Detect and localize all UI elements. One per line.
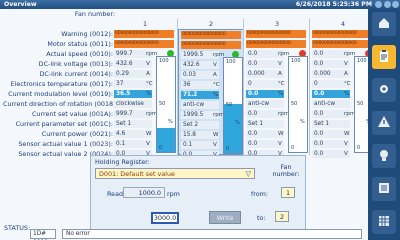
fan-number-header: 2 xyxy=(208,20,214,28)
sidebar-button[interactable] xyxy=(372,210,396,234)
status-label: STATUS: xyxy=(4,224,31,232)
help-icon[interactable] xyxy=(384,1,391,8)
fan-value-direction: clockwise xyxy=(114,100,152,108)
bar-tick-label: 100 xyxy=(226,59,236,65)
status-bar: STATUS: 1D# 0000 No error xyxy=(0,224,368,240)
bar-tick-label: 0 xyxy=(226,146,230,152)
holding-register-panel: Holding Register: D001: Default set valu… xyxy=(90,155,306,233)
sidebar-button[interactable] xyxy=(372,45,396,69)
fan-value-motor-status: 0000000000000000 xyxy=(312,40,372,48)
fan-value-warning: 0000000000000000 xyxy=(181,31,241,39)
parameter-label: Motor status (0011): xyxy=(47,40,113,48)
modulation-bar: 100 50 0% xyxy=(288,56,308,153)
fan-value-direction: anti-cw xyxy=(246,100,284,108)
to-fan-input[interactable]: 2 xyxy=(275,211,289,222)
datetime-label: 6/26/2018 5:25:36 PM xyxy=(295,1,372,8)
sidebar-button[interactable] xyxy=(372,111,396,135)
parameter-label: Current set value (001A): xyxy=(31,110,113,118)
parameter-label: DC-link voltage (0013): xyxy=(38,60,113,68)
bar-tick-label: 0 xyxy=(291,145,295,151)
window-title: Overview xyxy=(4,1,37,8)
sidebar-button[interactable] xyxy=(372,177,396,201)
bar-tick-label: 100 xyxy=(291,58,301,64)
parameter-label: Warning (0012): xyxy=(61,30,113,38)
fan-number-header: 3 xyxy=(274,20,280,28)
fan-value-warning: 0000000000000000 xyxy=(312,30,372,38)
fan-value-motor-status: 0000000000000000 xyxy=(114,40,174,48)
sidebar-button[interactable] xyxy=(372,12,396,36)
bar-tick-label: 50 xyxy=(291,101,298,107)
fan-value-warning: 0000000000000000 xyxy=(246,30,306,38)
fan-value-param-set: Set 1 xyxy=(246,120,284,128)
from-fan-input[interactable]: 1 xyxy=(281,187,295,198)
warning-icon xyxy=(377,115,391,131)
fan-column[interactable]: 0000000000000000 0000000000000000 0.0 rpm 0.… xyxy=(244,29,310,158)
status-message: No error xyxy=(62,229,362,239)
holding-register-selected: D001: Default set value xyxy=(99,170,175,178)
info-icon[interactable] xyxy=(375,1,382,8)
parameter-label: Current modulation level (0019): xyxy=(8,90,113,98)
sidebar-button[interactable] xyxy=(372,78,396,102)
fan-value-direction: anti-cw xyxy=(181,101,219,109)
bar-tick-label: 50 xyxy=(357,101,364,107)
bar-unit-label: % xyxy=(235,120,240,126)
to-label: to: xyxy=(257,214,266,222)
parameter-label: Electronics temperature (0017): xyxy=(10,80,113,88)
status-code: 1D# 0000 xyxy=(30,229,56,239)
fan-number-header: 1 xyxy=(142,20,148,28)
fan-column[interactable]: 0000000000000000 0000000000000000 1999.5 rp… xyxy=(178,29,244,159)
read-unit: rpm xyxy=(167,190,180,198)
fan-value-direction: anti-cw xyxy=(312,100,350,108)
from-label: from: xyxy=(251,190,269,198)
clipboard-icon xyxy=(377,49,391,65)
fan-value-motor-status: 0000000000000000 xyxy=(246,40,306,48)
read-value-field: 1000.0 xyxy=(123,187,165,198)
grid-icon xyxy=(377,214,391,230)
parameter-label: DC-link current (0014): xyxy=(39,70,113,78)
parameter-label: Current parameter set (001C): xyxy=(15,120,113,128)
window-titlebar: Overview 6/26/2018 5:25:36 PM xyxy=(0,0,400,9)
list-icon xyxy=(377,181,391,197)
holding-register-title: Holding Register: xyxy=(95,158,150,166)
close-icon[interactable] xyxy=(392,1,399,8)
modulation-bar: 100 50 0% xyxy=(156,56,176,153)
bar-tick-label: 50 xyxy=(226,102,233,108)
fan-number-label: Fan number: xyxy=(74,10,115,18)
parameter-label: Current direction of rotation (0018): xyxy=(3,100,118,108)
fan-value-param-set: Set 1 xyxy=(114,120,152,128)
lightbulb-icon xyxy=(377,148,391,164)
parameter-label: Current power (0021): xyxy=(41,130,113,138)
bar-tick-label: 0 xyxy=(357,145,361,151)
fan-number-header: 4 xyxy=(340,20,346,28)
fan-column[interactable]: 0000000000000000 0000000000000000 0.0 rpm 0.… xyxy=(310,29,376,158)
sidebar-button[interactable] xyxy=(372,144,396,168)
bar-unit-label: % xyxy=(168,119,173,125)
modulation-bar: 100 50 0% xyxy=(223,57,243,154)
bar-tick-label: 100 xyxy=(357,58,367,64)
parameter-label: Sensor actual value 1 (0023): xyxy=(18,140,113,148)
fan-value-warning: 0000000000000000 xyxy=(114,30,174,38)
fan-number-label-2: Fan number: xyxy=(272,163,300,178)
write-value-input[interactable]: 3000.0 xyxy=(151,212,179,224)
home-icon xyxy=(377,16,391,32)
overview-panel: Fan number: Warning (0012): Motor status … xyxy=(0,9,374,240)
bar-unit-label: % xyxy=(300,119,305,125)
bar-tick-label: 50 xyxy=(159,101,166,107)
gear-icon xyxy=(377,82,391,98)
parameter-labels: Warning (0012): Motor status (0011): Actua… xyxy=(0,19,118,159)
holding-register-select[interactable]: D001: Default set value ▽ xyxy=(95,168,255,179)
fan-column[interactable]: 0000000000000000 0000000000000000 999.7 rpm… xyxy=(112,29,178,158)
fan-value-param-set: Set 1 xyxy=(312,120,350,128)
chevron-down-icon[interactable]: ▽ xyxy=(246,169,251,179)
bar-tick-label: 100 xyxy=(159,58,169,64)
fan-value-motor-status: 0000000000000000 xyxy=(181,41,241,49)
parameter-label: Actual speed (0010): xyxy=(46,50,113,58)
sidebar xyxy=(368,9,400,240)
fan-value-param-set: Set 2 xyxy=(181,121,219,129)
write-button[interactable]: Write xyxy=(209,211,241,224)
bar-tick-label: 0 xyxy=(159,145,163,151)
